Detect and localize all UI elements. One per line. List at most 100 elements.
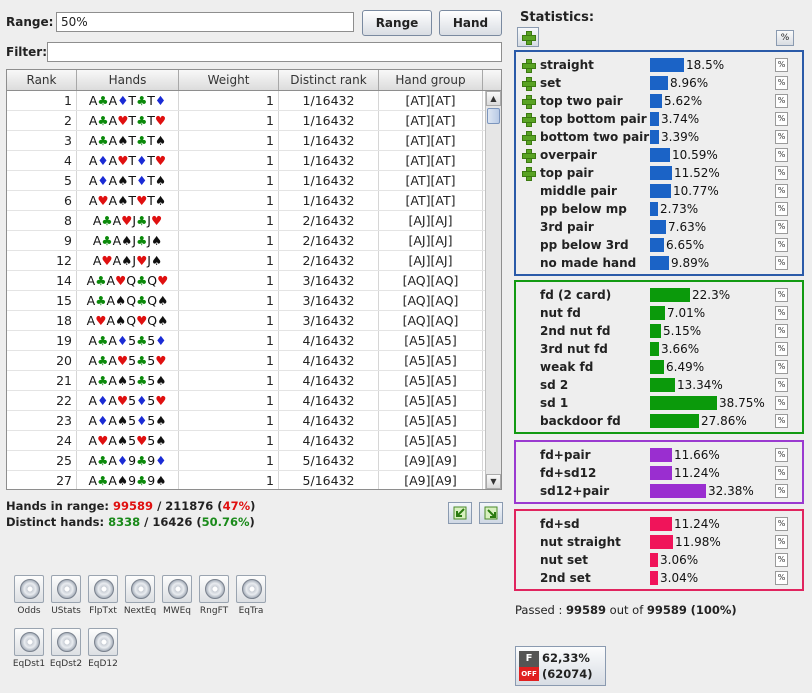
statistic-row[interactable]: sd12+pair 32.38%% <box>516 482 806 500</box>
statistic-row[interactable]: fd+sd 11.24%% <box>516 515 806 533</box>
table-row[interactable]: 14 A♣A♥Q♣Q♥ 1 3/16432 [AQ][AQ] <box>7 271 501 291</box>
scroll-thumb[interactable] <box>487 108 500 124</box>
table-row[interactable]: 1 A♣A♦T♣T♦ 1 1/16432 [AT][AT] <box>7 91 501 111</box>
pct-toggle-button[interactable]: % <box>775 184 788 198</box>
table-row[interactable]: 5 A♦A♠T♦T♠ 1 1/16432 [AT][AT] <box>7 171 501 191</box>
statistic-row[interactable]: 3rd pair 7.63%% <box>516 218 806 236</box>
expand-plus-icon[interactable] <box>522 167 536 181</box>
statistic-row[interactable]: sd 2 13.34%% <box>516 376 806 394</box>
table-row[interactable]: 21 A♣A♠5♣5♠ 1 4/16432 [A5][A5] <box>7 371 501 391</box>
expand-plus-icon[interactable] <box>522 77 536 91</box>
statistic-row[interactable]: overpair 10.59%% <box>516 146 806 164</box>
statistic-row[interactable]: top pair 11.52%% <box>516 164 806 182</box>
pct-toggle-button[interactable]: % <box>775 288 788 302</box>
tool-nexteq-button[interactable] <box>125 575 155 603</box>
tool-eqd12-button[interactable] <box>88 628 118 656</box>
scroll-up-arrow-icon[interactable]: ▲ <box>486 91 501 106</box>
tool-eqdst2-button[interactable] <box>51 628 81 656</box>
col-rank[interactable]: Rank <box>7 70 77 90</box>
pct-toggle-button[interactable]: % <box>775 148 788 162</box>
statistic-row[interactable]: nut straight 11.98%% <box>516 533 806 551</box>
expand-plus-icon[interactable] <box>522 113 536 127</box>
col-distinct-rank[interactable]: Distinct rank <box>279 70 379 90</box>
table-row[interactable]: 18 A♥A♠Q♥Q♠ 1 3/16432 [AQ][AQ] <box>7 311 501 331</box>
filter-input[interactable] <box>47 42 502 62</box>
col-hands[interactable]: Hands <box>77 70 179 90</box>
pct-toggle-button[interactable]: % <box>775 112 788 126</box>
pct-toggle-button[interactable]: % <box>775 360 788 374</box>
statistic-row[interactable]: set 8.96%% <box>516 74 806 92</box>
pct-toggle-button[interactable]: % <box>775 306 788 320</box>
pct-toggle-button[interactable]: % <box>775 94 788 108</box>
pct-toggle-all[interactable]: % <box>776 30 794 46</box>
pct-toggle-button[interactable]: % <box>775 130 788 144</box>
pct-toggle-button[interactable]: % <box>775 571 788 585</box>
statistic-row[interactable]: fd+pair 11.66%% <box>516 446 806 464</box>
expand-plus-icon[interactable] <box>522 59 536 73</box>
pct-toggle-button[interactable]: % <box>775 76 788 90</box>
pct-toggle-button[interactable]: % <box>775 58 788 72</box>
statistic-row[interactable]: backdoor fd 27.86%% <box>516 412 806 430</box>
equity-status-widget[interactable]: F OFF 62,33% (62074) <box>515 646 606 686</box>
tool-flptxt-button[interactable] <box>88 575 118 603</box>
pct-toggle-button[interactable]: % <box>775 484 788 498</box>
pct-toggle-button[interactable]: % <box>775 466 788 480</box>
add-statistic-button[interactable] <box>517 27 539 47</box>
table-row[interactable]: 19 A♣A♦5♣5♦ 1 4/16432 [A5][A5] <box>7 331 501 351</box>
pct-toggle-button[interactable]: % <box>775 517 788 531</box>
pct-toggle-button[interactable]: % <box>775 535 788 549</box>
pct-toggle-button[interactable]: % <box>775 553 788 567</box>
tool-rngft-button[interactable] <box>199 575 229 603</box>
expand-plus-icon[interactable] <box>522 131 536 145</box>
import-range-button[interactable] <box>448 502 472 524</box>
statistic-row[interactable]: no made hand 9.89%% <box>516 254 806 272</box>
statistic-row[interactable]: fd+sd12 11.24%% <box>516 464 806 482</box>
statistic-row[interactable]: 2nd set 3.04%% <box>516 569 806 587</box>
statistic-row[interactable]: top two pair 5.62%% <box>516 92 806 110</box>
table-row[interactable]: 3 A♣A♠T♣T♠ 1 1/16432 [AT][AT] <box>7 131 501 151</box>
scroll-down-arrow-icon[interactable]: ▼ <box>486 474 501 489</box>
tool-mweq-button[interactable] <box>162 575 192 603</box>
table-row[interactable]: 27 A♣A♠9♣9♠ 1 5/16432 [A9][A9] <box>7 471 501 489</box>
table-scrollbar[interactable]: ▲ ▼ <box>485 91 501 489</box>
pct-toggle-button[interactable]: % <box>775 238 788 252</box>
statistic-row[interactable]: pp below 3rd 6.65%% <box>516 236 806 254</box>
table-row[interactable]: 22 A♦A♥5♦5♥ 1 4/16432 [A5][A5] <box>7 391 501 411</box>
export-range-button[interactable] <box>479 502 503 524</box>
pct-toggle-button[interactable]: % <box>775 396 788 410</box>
pct-toggle-button[interactable]: % <box>775 220 788 234</box>
hand-button[interactable]: Hand <box>439 10 502 36</box>
tool-ustats-button[interactable] <box>51 575 81 603</box>
statistic-row[interactable]: 3rd nut fd 3.66%% <box>516 340 806 358</box>
statistic-row[interactable]: fd (2 card) 22.3%% <box>516 286 806 304</box>
statistic-row[interactable]: bottom two pair 3.39%% <box>516 128 806 146</box>
expand-plus-icon[interactable] <box>522 95 536 109</box>
statistic-row[interactable]: nut set 3.06%% <box>516 551 806 569</box>
table-row[interactable]: 15 A♣A♠Q♣Q♠ 1 3/16432 [AQ][AQ] <box>7 291 501 311</box>
table-row[interactable]: 9 A♣A♠J♣J♠ 1 2/16432 [AJ][AJ] <box>7 231 501 251</box>
expand-plus-icon[interactable] <box>522 149 536 163</box>
pct-toggle-button[interactable]: % <box>775 378 788 392</box>
table-row[interactable]: 12 A♥A♠J♥J♠ 1 2/16432 [AJ][AJ] <box>7 251 501 271</box>
table-row[interactable]: 25 A♣A♦9♣9♦ 1 5/16432 [A9][A9] <box>7 451 501 471</box>
tool-odds-button[interactable] <box>14 575 44 603</box>
pct-toggle-button[interactable]: % <box>775 256 788 270</box>
statistic-row[interactable]: nut fd 7.01%% <box>516 304 806 322</box>
table-row[interactable]: 23 A♦A♠5♦5♠ 1 4/16432 [A5][A5] <box>7 411 501 431</box>
table-row[interactable]: 20 A♣A♥5♣5♥ 1 4/16432 [A5][A5] <box>7 351 501 371</box>
col-hand-group[interactable]: Hand group <box>379 70 483 90</box>
pct-toggle-button[interactable]: % <box>775 202 788 216</box>
statistic-row[interactable]: top bottom pair 3.74%% <box>516 110 806 128</box>
pct-toggle-button[interactable]: % <box>775 448 788 462</box>
pct-toggle-button[interactable]: % <box>775 342 788 356</box>
table-row[interactable]: 2 A♣A♥T♣T♥ 1 1/16432 [AT][AT] <box>7 111 501 131</box>
statistic-row[interactable]: middle pair 10.77%% <box>516 182 806 200</box>
col-weight[interactable]: Weight <box>179 70 279 90</box>
table-row[interactable]: 4 A♦A♥T♦T♥ 1 1/16432 [AT][AT] <box>7 151 501 171</box>
statistic-row[interactable]: sd 1 38.75%% <box>516 394 806 412</box>
statistic-row[interactable]: straight 18.5%% <box>516 56 806 74</box>
table-row[interactable]: 8 A♣A♥J♣J♥ 1 2/16432 [AJ][AJ] <box>7 211 501 231</box>
statistic-row[interactable]: 2nd nut fd 5.15%% <box>516 322 806 340</box>
table-row[interactable]: 6 A♥A♠T♥T♠ 1 1/16432 [AT][AT] <box>7 191 501 211</box>
pct-toggle-button[interactable]: % <box>775 414 788 428</box>
